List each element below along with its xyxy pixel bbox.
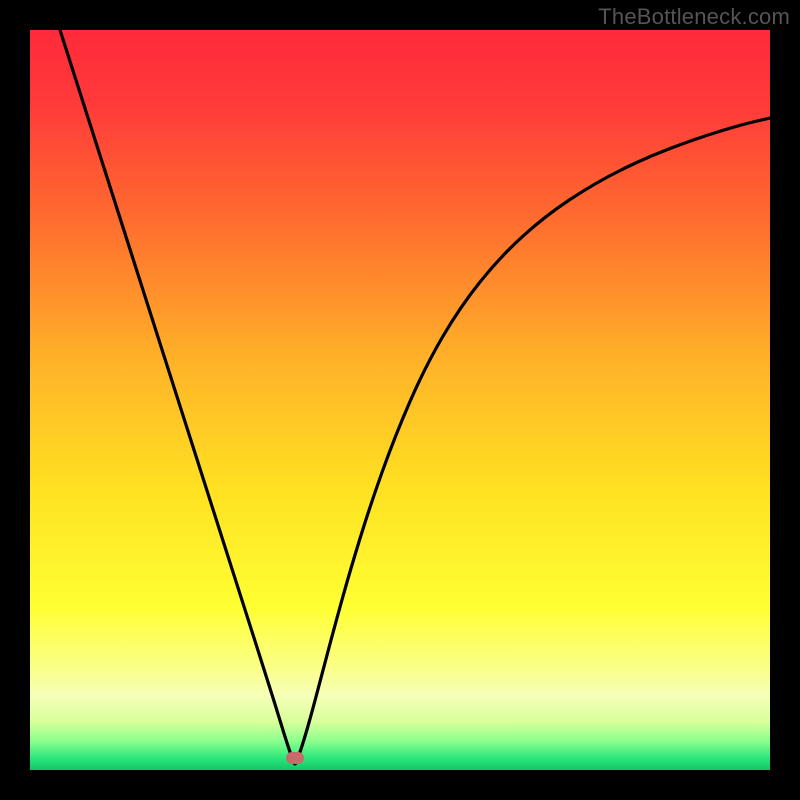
- bottleneck-curve: [30, 30, 770, 770]
- optimal-point-marker: [286, 752, 304, 764]
- chart-frame: TheBottleneck.com: [0, 0, 800, 800]
- plot-area: [30, 30, 770, 770]
- watermark-text: TheBottleneck.com: [598, 4, 790, 30]
